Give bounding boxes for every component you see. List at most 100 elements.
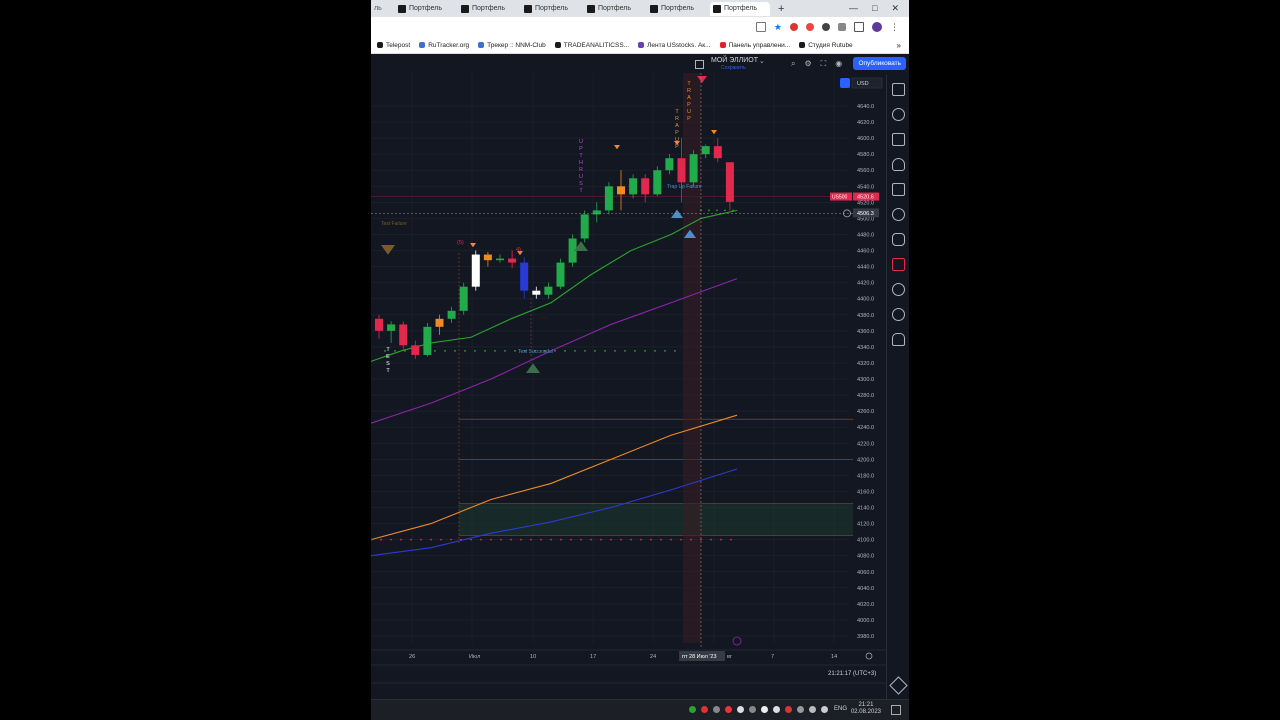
- bookmark-item[interactable]: Студия Rutube: [799, 42, 853, 49]
- maximize-button[interactable]: □: [872, 3, 877, 14]
- publish-button[interactable]: Опубликовать: [853, 57, 906, 70]
- candle-body[interactable]: [665, 158, 674, 171]
- save-label[interactable]: Сохранить: [721, 65, 746, 71]
- candle-body[interactable]: [580, 214, 589, 239]
- browser-tab[interactable]: Портфель: [395, 2, 455, 16]
- tray-app-icon[interactable]: [773, 706, 780, 713]
- star-icon[interactable]: ★: [774, 22, 782, 33]
- candle-body[interactable]: [641, 178, 650, 195]
- bookmark-item[interactable]: Telepost: [377, 42, 410, 49]
- candle-body[interactable]: [532, 290, 541, 295]
- alarm-clock-icon[interactable]: [891, 108, 905, 121]
- camera-icon[interactable]: ◉: [835, 59, 842, 69]
- calendar-icon[interactable]: [891, 183, 905, 196]
- candle-body[interactable]: [508, 258, 517, 263]
- tray-app-icon[interactable]: [821, 706, 828, 713]
- candle-body[interactable]: [520, 262, 529, 291]
- tray-app-icon[interactable]: [761, 706, 768, 713]
- sidebar-icon[interactable]: [854, 22, 864, 32]
- menu-icon[interactable]: ⋮: [890, 22, 899, 33]
- candle-body[interactable]: [544, 286, 553, 295]
- language-indicator[interactable]: ENG: [834, 706, 847, 712]
- profile-avatar-icon[interactable]: [872, 22, 882, 32]
- tray-app-icon[interactable]: [785, 706, 792, 713]
- tray-app-icon[interactable]: [809, 706, 816, 713]
- minimize-button[interactable]: —: [849, 3, 858, 14]
- bookmarks-overflow-icon[interactable]: »: [897, 41, 901, 50]
- tray-app-icon[interactable]: [749, 706, 756, 713]
- notification-icon[interactable]: [891, 705, 901, 715]
- candle-body[interactable]: [423, 326, 432, 355]
- layers-icon[interactable]: [889, 676, 908, 695]
- tray-app-icon[interactable]: [689, 706, 696, 713]
- watchlist-icon[interactable]: [891, 83, 905, 96]
- price-axis-label: 4300.0: [857, 377, 874, 383]
- share-icon[interactable]: [755, 22, 766, 32]
- fire-icon[interactable]: [891, 158, 905, 171]
- bookmark-item[interactable]: Лента USstocks. Ак...: [638, 42, 711, 49]
- tray-app-icon[interactable]: [797, 706, 804, 713]
- candle-body[interactable]: [617, 186, 625, 195]
- bell-icon[interactable]: [891, 333, 905, 346]
- price-axis-label: 4320.0: [857, 361, 874, 367]
- candle-body[interactable]: [701, 146, 710, 155]
- chat-icon[interactable]: [891, 233, 905, 246]
- candle-body[interactable]: [471, 254, 480, 287]
- lightbulb-icon[interactable]: [891, 208, 905, 221]
- candle-body[interactable]: [459, 286, 468, 311]
- puzzle-icon[interactable]: [838, 23, 846, 31]
- layout-name[interactable]: МОЙ ЭЛЛИОТ: [711, 57, 758, 64]
- tray-app-icon[interactable]: [725, 706, 732, 713]
- broadcast-icon[interactable]: [891, 308, 905, 321]
- browser-tab[interactable]: Портфель: [584, 2, 644, 16]
- browser-tab[interactable]: Портфель: [521, 2, 581, 16]
- search-icon[interactable]: ⌕: [791, 59, 795, 69]
- bookmark-item[interactable]: Панель управлени...: [719, 42, 790, 49]
- bookmark-item[interactable]: Трекер :: NNM-Club: [478, 42, 546, 49]
- candle-body[interactable]: [411, 345, 420, 355]
- candle-body[interactable]: [725, 162, 734, 202]
- candle-body[interactable]: [653, 170, 662, 195]
- bookmark-item[interactable]: TRADEANALITICSS...: [554, 42, 629, 49]
- ideas-stream-icon[interactable]: [891, 258, 905, 271]
- candle-body[interactable]: [592, 210, 601, 215]
- extension-icon[interactable]: [790, 23, 798, 31]
- extension-icon[interactable]: [822, 23, 830, 31]
- candle-body[interactable]: [629, 178, 638, 195]
- candle-body[interactable]: [556, 262, 565, 287]
- candle-body[interactable]: [447, 310, 456, 319]
- fullscreen-icon[interactable]: ⛶: [821, 59, 827, 69]
- new-tab-button[interactable]: +: [778, 3, 784, 15]
- browser-tab[interactable]: Портфель: [458, 2, 518, 16]
- candle-body[interactable]: [604, 186, 613, 211]
- candle-body[interactable]: [387, 324, 396, 331]
- svg-text:R: R: [687, 88, 691, 94]
- browser-tab-partial[interactable]: ль: [374, 2, 392, 16]
- auto-scale-button[interactable]: [840, 78, 850, 88]
- candle-body[interactable]: [677, 158, 686, 183]
- details-icon[interactable]: [891, 133, 905, 146]
- candle-body[interactable]: [375, 318, 383, 331]
- tray-app-icon[interactable]: [737, 706, 744, 713]
- close-button[interactable]: ✕: [891, 3, 899, 14]
- candle-body[interactable]: [399, 324, 408, 346]
- chart-background: [371, 73, 887, 700]
- layout-square-icon[interactable]: [695, 60, 704, 69]
- candle-body[interactable]: [435, 318, 444, 327]
- taskbar-clock[interactable]: 21:21 02.08.2023: [851, 702, 881, 716]
- candle-body[interactable]: [496, 258, 504, 261]
- bookmark-item[interactable]: RuTracker.org: [419, 42, 469, 49]
- candle-body[interactable]: [713, 146, 722, 159]
- chevron-down-icon[interactable]: ⌄: [759, 57, 765, 65]
- gear-icon[interactable]: ⚙: [804, 59, 811, 69]
- tray-app-icon[interactable]: [701, 706, 708, 713]
- browser-tab[interactable]: Портфель: [647, 2, 707, 16]
- candle-body[interactable]: [689, 154, 698, 183]
- candle-body[interactable]: [483, 254, 492, 261]
- support-dot: [732, 209, 734, 212]
- price-chart[interactable]: 4640.0 4620.0 4600.0 4580.0 4560.0 4540.0 4520…: [371, 73, 887, 700]
- tray-app-icon[interactable]: [713, 706, 720, 713]
- browser-tab-active[interactable]: Портфель: [710, 1, 770, 16]
- extension-icon[interactable]: [806, 23, 814, 31]
- signal-icon[interactable]: [891, 283, 905, 296]
